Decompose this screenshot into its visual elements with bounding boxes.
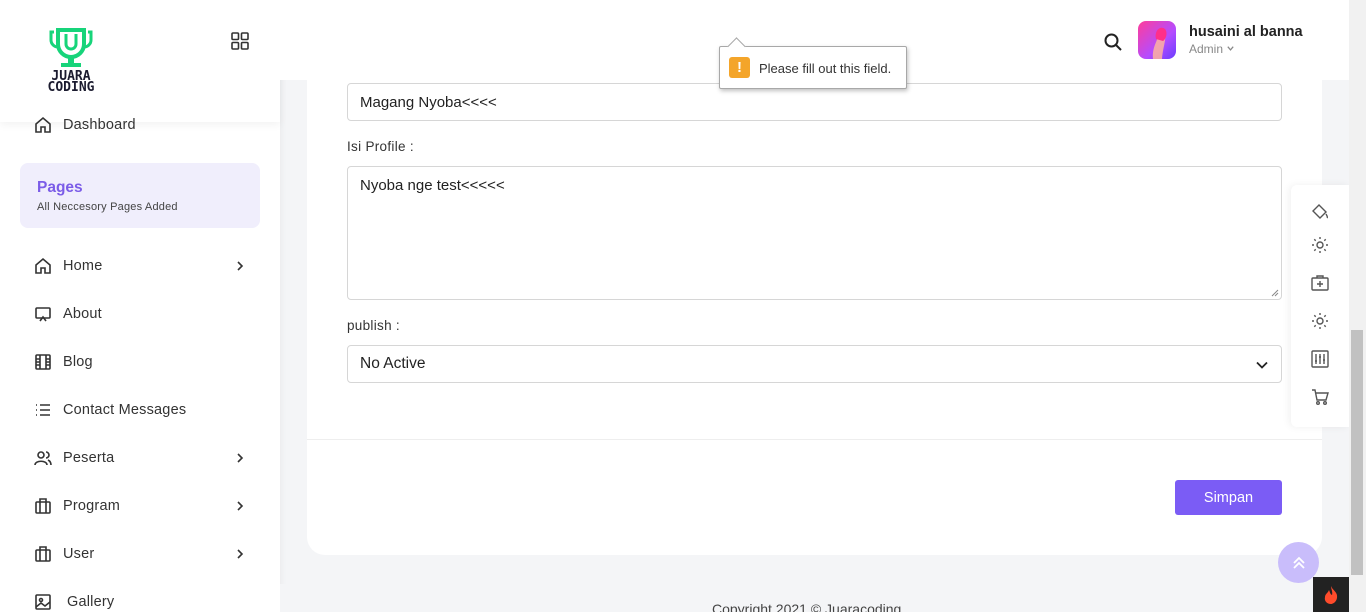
sidebar-item-contact-messages[interactable]: Contact Messages [34, 398, 254, 422]
footer-copyright: Copyright 2021 © Juaracoding [712, 601, 902, 612]
logo-area: JUARA CODING [0, 0, 280, 122]
profile-textarea-value: Nyoba nge test<<<<< [360, 177, 505, 194]
sidebar: JUARA CODING Dashboard Pages All Necceso… [0, 0, 280, 612]
scrollbar[interactable] [1349, 0, 1366, 612]
user-name: husaini al banna [1189, 24, 1303, 40]
publish-select-value: No Active [360, 355, 426, 372]
monitor-icon [35, 307, 51, 322]
sidebar-item-label: Dashboard [63, 117, 136, 133]
gear-icon[interactable] [1310, 235, 1330, 255]
sidebar-item-about[interactable]: About [34, 302, 254, 326]
chevron-right-icon [237, 453, 244, 463]
settings-icon[interactable] [1310, 311, 1330, 331]
paint-bucket-icon[interactable] [1310, 201, 1330, 221]
warning-icon: ! [729, 57, 750, 78]
chevron-right-icon [237, 501, 244, 511]
grid-menu-icon[interactable] [230, 31, 250, 51]
users-icon [34, 451, 52, 466]
double-chevron-up-icon [1292, 556, 1305, 569]
publish-label: publish : [347, 318, 400, 333]
briefcase-icon [35, 546, 51, 562]
chevron-right-icon [237, 549, 244, 559]
home-icon [35, 257, 51, 274]
save-button[interactable]: Simpan [1175, 480, 1282, 515]
profile-textarea[interactable]: Nyoba nge test<<<<< [347, 166, 1282, 300]
pages-section: Pages All Neccesory Pages Added [20, 163, 260, 228]
resize-handle-icon[interactable] [1271, 289, 1279, 297]
footer: Copyright 2021 © Juaracoding [280, 584, 1349, 612]
chevron-right-icon [237, 261, 244, 271]
sidebar-item-label: User [63, 546, 95, 562]
profile-label: Isi Profile : [347, 139, 414, 154]
card-divider [307, 439, 1322, 440]
brand-logo-text: JUARA CODING [34, 70, 108, 95]
sidebar-item-peserta[interactable]: Peserta [34, 446, 254, 470]
sidebar-item-label: Gallery [67, 594, 115, 610]
list-icon [36, 404, 50, 416]
sidebar-item-label: Peserta [63, 450, 115, 466]
sliders-icon[interactable] [1310, 349, 1330, 369]
home-icon [35, 116, 51, 133]
sidebar-item-gallery[interactable]: Gallery [34, 590, 254, 612]
pages-subtitle: All Neccesory Pages Added [37, 201, 178, 213]
user-avatar-icon [1152, 27, 1167, 59]
validation-tooltip: ! Please fill out this field. [719, 46, 907, 89]
sidebar-item-home[interactable]: Home [34, 254, 254, 278]
image-icon [35, 594, 51, 610]
brand-logo[interactable]: JUARA CODING [34, 26, 108, 96]
sidebar-item-label: Blog [63, 354, 93, 370]
scrollbar-thumb[interactable] [1351, 330, 1363, 575]
sidebar-item-user[interactable]: User [34, 542, 254, 566]
title-input-value: Magang Nyoba<<<< [360, 93, 497, 111]
sidebar-item-label: Contact Messages [63, 402, 187, 418]
search-icon[interactable] [1103, 32, 1123, 52]
validation-message: Please fill out this field. [759, 61, 892, 76]
film-icon [35, 354, 51, 370]
trophy-logo-icon [49, 28, 93, 67]
avatar[interactable] [1138, 21, 1176, 59]
form-card: Magang Nyoba<<<< Isi Profile : Nyoba nge… [307, 80, 1322, 555]
customizer-panel [1291, 185, 1349, 427]
user-role-dropdown[interactable]: Admin [1189, 42, 1235, 56]
sidebar-item-program[interactable]: Program [34, 494, 254, 518]
medical-kit-icon[interactable] [1310, 273, 1330, 293]
user-role-label: Admin [1189, 42, 1224, 56]
pages-title: Pages [37, 179, 83, 196]
sidebar-item-label: About [63, 306, 102, 322]
fire-icon [1324, 586, 1338, 604]
cart-icon[interactable] [1310, 387, 1330, 407]
logo-line-2: CODING [47, 80, 95, 95]
sidebar-item-label: Home [63, 258, 103, 274]
sidebar-item-dashboard[interactable]: Dashboard [34, 113, 254, 137]
sidebar-item-label: Program [63, 498, 120, 514]
briefcase-icon [35, 498, 51, 514]
fire-button[interactable] [1313, 577, 1349, 612]
sidebar-item-blog[interactable]: Blog [34, 350, 254, 374]
publish-select[interactable]: No Active [347, 345, 1282, 383]
chevron-down-icon [1256, 361, 1268, 369]
chevron-down-icon [1227, 46, 1235, 51]
